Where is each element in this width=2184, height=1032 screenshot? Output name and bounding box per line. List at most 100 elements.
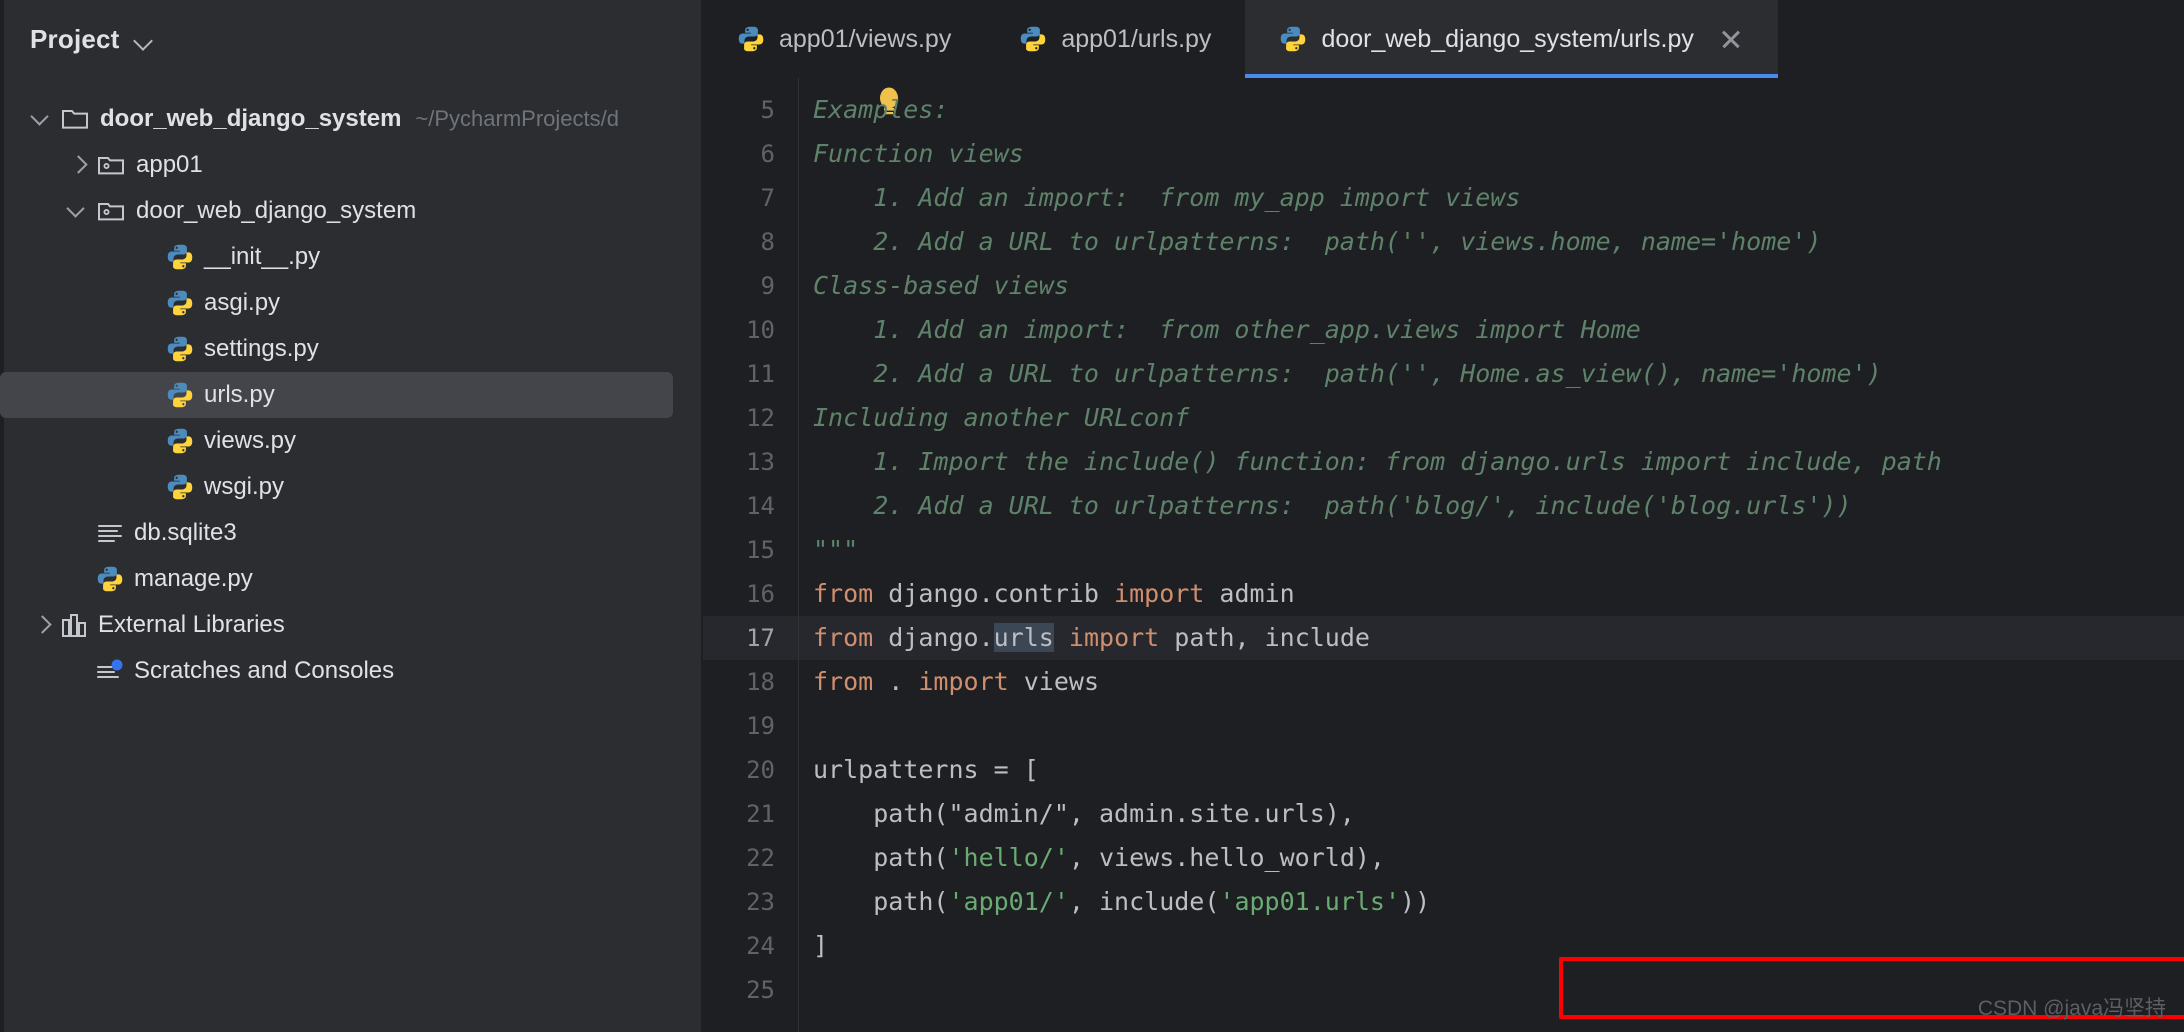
- module-folder-icon: [96, 150, 126, 180]
- line-number: 21: [703, 792, 799, 836]
- code-line[interactable]: """: [799, 528, 2184, 572]
- code-line[interactable]: Function views: [799, 132, 2184, 176]
- line-number-gutter: 5678910111213141516171819202122232425: [703, 78, 799, 1032]
- line-number: 19: [703, 704, 799, 748]
- line-number: 17: [703, 616, 799, 660]
- twisty-placeholder: [132, 280, 166, 326]
- chevron-right-icon[interactable]: [62, 142, 96, 188]
- line-number: 8: [703, 220, 799, 264]
- tree-item--init-py[interactable]: __init__.py: [0, 234, 701, 280]
- project-panel-header[interactable]: Project: [0, 0, 701, 78]
- line-number: 13: [703, 440, 799, 484]
- line-number: 25: [703, 968, 799, 1012]
- editor-tab-door-web-django-system-urls-py[interactable]: door_web_django_system/urls.py: [1245, 0, 1777, 78]
- code-line[interactable]: path('hello/', views.hello_world),: [799, 836, 2184, 880]
- chevron-right-icon[interactable]: [26, 602, 60, 648]
- twisty-placeholder: [62, 510, 96, 556]
- code-line[interactable]: 1. Add an import: from other_app.views i…: [799, 308, 2184, 352]
- code-content[interactable]: Examples:Function views 1. Add an import…: [799, 78, 2184, 1032]
- line-number: 15: [703, 528, 799, 572]
- tree-item-label: __init__.py: [204, 243, 320, 271]
- code-line[interactable]: path("admin/", admin.site.urls),: [799, 792, 2184, 836]
- tree-item-label: Scratches and Consoles: [134, 657, 394, 685]
- library-icon: [60, 611, 88, 639]
- code-line[interactable]: 2. Add a URL to urlpatterns: path('', Ho…: [799, 352, 2184, 396]
- editor-tab-bar[interactable]: app01/views.py app01/urls.pydoor_web_djan…: [703, 0, 2184, 78]
- line-number: 5: [703, 88, 799, 132]
- tree-item-external-libraries[interactable]: External Libraries: [0, 602, 701, 648]
- line-number: 14: [703, 484, 799, 528]
- tree-item-label: door_web_django_system: [100, 105, 401, 133]
- code-line[interactable]: [799, 704, 2184, 748]
- line-number: 20: [703, 748, 799, 792]
- chevron-down-icon[interactable]: [62, 188, 96, 234]
- tree-item-label: wsgi.py: [204, 473, 284, 501]
- tree-item-urls-py[interactable]: urls.py: [0, 372, 673, 418]
- tree-item-settings-py[interactable]: settings.py: [0, 326, 701, 372]
- tree-item-label: asgi.py: [204, 289, 280, 317]
- code-line[interactable]: ]: [799, 924, 2184, 968]
- tree-item-db-sqlite3[interactable]: db.sqlite3: [0, 510, 701, 556]
- tree-item-label: settings.py: [204, 335, 319, 363]
- editor-tab-app01-views-py[interactable]: app01/views.py: [703, 0, 985, 78]
- database-file-icon: [96, 519, 124, 547]
- tree-item-manage-py[interactable]: manage.py: [0, 556, 701, 602]
- python-file-icon: [1019, 25, 1047, 53]
- scratches-icon: [96, 657, 124, 685]
- python-file-icon: [166, 289, 194, 317]
- python-file-icon: [737, 25, 765, 53]
- page-title: Project: [30, 24, 120, 55]
- editor-area: app01/views.py app01/urls.pydoor_web_djan…: [703, 0, 2184, 1032]
- twisty-placeholder: [62, 556, 96, 602]
- line-number: 11: [703, 352, 799, 396]
- python-file-icon: [166, 473, 194, 501]
- code-editor[interactable]: 5678910111213141516171819202122232425 Ex…: [703, 78, 2184, 1032]
- code-line[interactable]: urlpatterns = [: [799, 748, 2184, 792]
- code-line[interactable]: from . import views: [799, 660, 2184, 704]
- tree-item-label: db.sqlite3: [134, 519, 237, 547]
- tree-item-label: views.py: [204, 427, 296, 455]
- code-line[interactable]: path('app01/', include('app01.urls')): [799, 880, 2184, 924]
- editor-tab-app01-urls-py[interactable]: app01/urls.py: [985, 0, 1245, 78]
- code-line[interactable]: [799, 968, 2184, 1012]
- close-icon[interactable]: [1718, 26, 1744, 52]
- line-number: 18: [703, 660, 799, 704]
- code-line[interactable]: 2. Add a URL to urlpatterns: path('', vi…: [799, 220, 2184, 264]
- code-line[interactable]: 2. Add a URL to urlpatterns: path('blog/…: [799, 484, 2184, 528]
- line-number: 9: [703, 264, 799, 308]
- tree-item-door-web-django-system[interactable]: door_web_django_system ~/PycharmProjects/…: [0, 96, 701, 142]
- tree-item-scratches-and-consoles[interactable]: Scratches and Consoles: [0, 648, 701, 694]
- line-number: 23: [703, 880, 799, 924]
- line-number: 6: [703, 132, 799, 176]
- tree-item-door-web-django-system[interactable]: door_web_django_system: [0, 188, 701, 234]
- tree-item-asgi-py[interactable]: asgi.py: [0, 280, 701, 326]
- python-file-icon: [96, 565, 124, 593]
- python-file-icon: [166, 243, 194, 271]
- tree-item-label: door_web_django_system: [136, 197, 416, 225]
- tree-item-views-py[interactable]: views.py: [0, 418, 701, 464]
- code-line[interactable]: Class-based views: [799, 264, 2184, 308]
- twisty-placeholder: [132, 464, 166, 510]
- pycharm-window: Project door_web_django_system ~/PycharmP…: [0, 0, 2184, 1032]
- tree-item-app01[interactable]: app01: [0, 142, 701, 188]
- code-line[interactable]: Including another URLconf: [799, 396, 2184, 440]
- twisty-placeholder: [132, 326, 166, 372]
- code-line[interactable]: from django.contrib import admin: [799, 572, 2184, 616]
- tree-item-wsgi-py[interactable]: wsgi.py: [0, 464, 701, 510]
- code-line[interactable]: 1. Import the include() function: from d…: [799, 440, 2184, 484]
- line-number: 7: [703, 176, 799, 220]
- twisty-placeholder: [132, 418, 166, 464]
- tree-item-label: urls.py: [204, 381, 275, 409]
- project-file-tree[interactable]: door_web_django_system ~/PycharmProjects/…: [0, 78, 701, 694]
- line-number: 16: [703, 572, 799, 616]
- chevron-down-icon[interactable]: [134, 31, 154, 51]
- code-line[interactable]: 1. Add an import: from my_app import vie…: [799, 176, 2184, 220]
- tree-item-path: ~/PycharmProjects/d: [415, 106, 619, 132]
- chevron-down-icon[interactable]: [26, 96, 60, 142]
- code-line[interactable]: Examples:: [799, 88, 2184, 132]
- code-line[interactable]: from django.urls import path, include: [799, 616, 2184, 660]
- tab-label: app01/views.py: [779, 25, 951, 54]
- twisty-placeholder: [62, 648, 96, 694]
- project-sidebar: Project door_web_django_system ~/PycharmP…: [0, 0, 703, 1032]
- line-number: 12: [703, 396, 799, 440]
